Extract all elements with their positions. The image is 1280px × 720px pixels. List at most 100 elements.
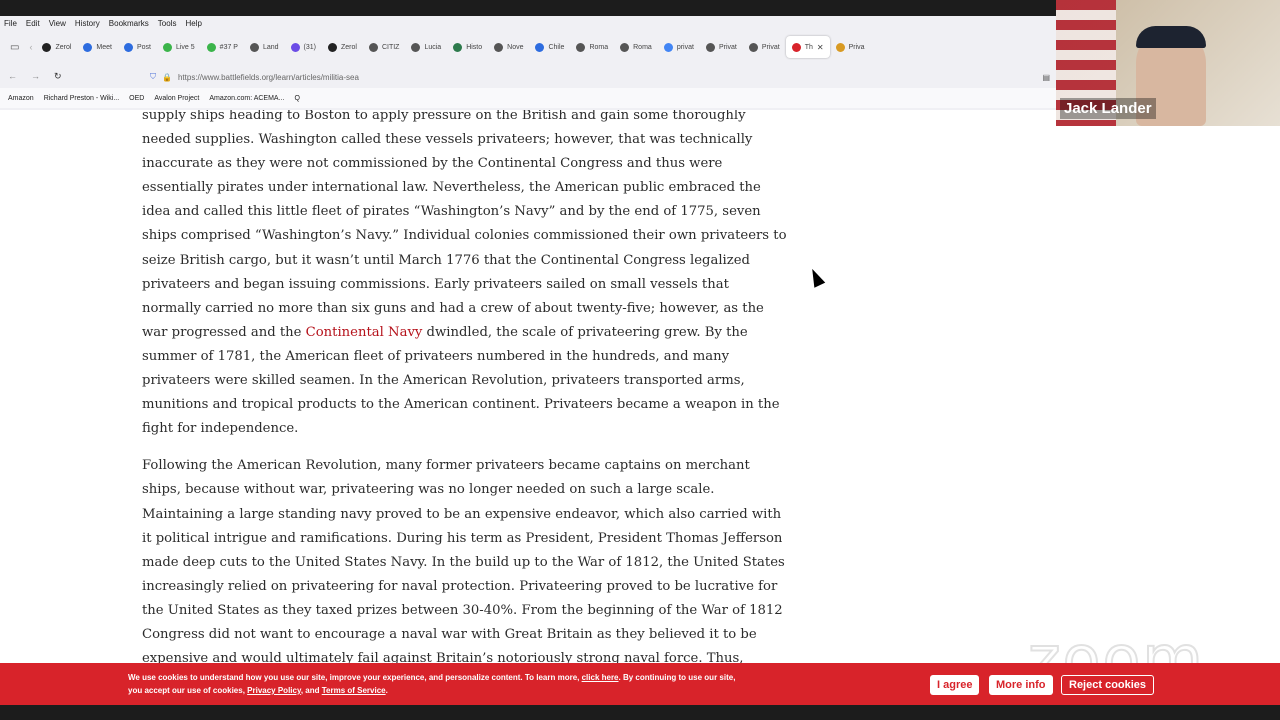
menu-item-edit[interactable]: Edit — [26, 19, 40, 28]
forward-icon[interactable]: → — [31, 71, 40, 81]
bookmark-item[interactable]: OED — [129, 95, 144, 102]
tab-label: Th — [804, 43, 813, 51]
tab-favicon-icon — [791, 42, 801, 52]
tab-favicon-icon — [835, 42, 845, 52]
terms-of-service-link[interactable]: Terms of Service — [322, 686, 386, 695]
zoom-video-tile: Jack Lander — [1056, 0, 1280, 126]
browser-tab[interactable]: Zerol — [322, 36, 363, 58]
tab-overview-icon[interactable]: ▭ — [4, 42, 25, 53]
browser-tab[interactable]: Privat — [743, 36, 786, 58]
bottom-dark-bar — [0, 705, 1280, 720]
tab-favicon-icon — [249, 42, 259, 52]
tab-label: Live 5 — [175, 43, 195, 51]
browser-tab[interactable]: Land — [244, 36, 285, 58]
cookie-banner: We use cookies to understand how you use… — [0, 663, 1280, 705]
tab-label: Chile — [548, 43, 565, 51]
tab-favicon-icon — [206, 42, 216, 52]
tab-favicon-icon — [494, 42, 504, 52]
click-here-link[interactable]: click here — [582, 673, 619, 682]
bookmark-item[interactable]: Richard Preston - Wiki... — [44, 95, 119, 102]
article-paragraph: supply ships heading to Boston to apply … — [142, 110, 790, 441]
tab-label: Zerol — [55, 43, 72, 51]
tab-label: Priva — [848, 43, 865, 51]
reader-view-icon[interactable]: ▤ — [1042, 73, 1050, 82]
browser-tab[interactable]: Nove — [488, 36, 529, 58]
browser-tab[interactable]: (31) — [285, 36, 322, 58]
browser-tab[interactable]: Histo — [447, 36, 488, 58]
participant-cap — [1136, 26, 1206, 48]
menu-item-file[interactable]: File — [4, 19, 17, 28]
browser-tab[interactable]: Meet — [77, 36, 118, 58]
cookie-text: We use cookies to understand how you use… — [128, 673, 582, 682]
url-bar[interactable]: ⛉ 🔒 https://www.battlefields.org/learn/a… — [150, 68, 1050, 86]
url-text[interactable]: https://www.battlefields.org/learn/artic… — [178, 73, 359, 82]
agree-button[interactable]: I agree — [930, 675, 980, 695]
tab-favicon-icon — [663, 42, 673, 52]
menu-item-tools[interactable]: Tools — [158, 19, 177, 28]
tab-favicon-icon — [411, 42, 421, 52]
browser-tab[interactable]: Post — [118, 36, 157, 58]
menu-item-help[interactable]: Help — [185, 19, 201, 28]
tab-favicon-icon — [748, 42, 758, 52]
more-info-button[interactable]: More info — [989, 675, 1053, 695]
page-content: supply ships heading to Boston to apply … — [0, 110, 1280, 663]
tab-label: Zerol — [341, 43, 357, 51]
menu-item-history[interactable]: History — [75, 19, 100, 28]
bookmark-item[interactable]: Amazon — [8, 95, 34, 102]
tab-label: (31) — [303, 43, 316, 51]
bookmark-item[interactable]: Q — [294, 95, 299, 102]
tab-favicon-icon — [328, 42, 337, 52]
participant-name: Jack Lander — [1060, 98, 1156, 119]
tab-favicon-icon — [620, 42, 630, 52]
tab-close-icon[interactable]: ✕ — [817, 43, 824, 52]
browser-tab[interactable]: Zerol — [36, 36, 77, 58]
cookie-text: you accept our use of cookies, — [128, 686, 248, 695]
tab-favicon-icon — [42, 42, 52, 52]
browser-tab[interactable]: Priva — [830, 36, 871, 58]
tab-favicon-icon — [123, 42, 133, 52]
reload-icon[interactable]: ↻ — [54, 71, 62, 82]
tab-favicon-icon — [453, 42, 463, 52]
privacy-policy-link[interactable]: Privacy Policy — [247, 686, 301, 695]
browser-tab[interactable]: Privat — [700, 36, 743, 58]
menu-item-bookmarks[interactable]: Bookmarks — [109, 19, 149, 28]
paragraph-text: supply ships heading to Boston to apply … — [142, 110, 787, 340]
tab-favicon-icon — [83, 42, 93, 52]
tab-label: #37 P — [219, 43, 238, 51]
tab-label: Histo — [466, 43, 483, 51]
bookmark-item[interactable]: Amazon.com: ACEMA... — [209, 95, 284, 102]
bookmark-item[interactable]: Avalon Project — [154, 95, 199, 102]
article-body: supply ships heading to Boston to apply … — [142, 110, 790, 663]
browser-chrome: File Edit View History Bookmarks Tools Help ▭ … — [0, 16, 1056, 110]
tab-favicon-icon — [705, 42, 715, 52]
cookie-text: , and — [300, 686, 322, 695]
browser-tab[interactable]: CITIZ — [363, 36, 406, 58]
tab-label: Roma — [589, 43, 609, 51]
browser-tab[interactable]: Roma — [614, 36, 658, 58]
browser-tab[interactable]: Live 5 — [157, 36, 201, 58]
tab-label: privat — [676, 43, 694, 51]
back-icon[interactable]: ← — [8, 71, 17, 81]
tab-label: Privat — [761, 43, 780, 51]
browser-tab[interactable]: #37 P — [201, 36, 244, 58]
tab-favicon-icon — [162, 42, 172, 52]
tab-label: Post — [136, 43, 151, 51]
tab-favicon-icon — [576, 42, 586, 52]
tab-strip: ▭ ‹ Zerol Meet Post Live 5 #37 P Land (31) Zero… — [0, 30, 1056, 64]
browser-tab[interactable]: privat — [658, 36, 700, 58]
reject-cookies-button[interactable]: Reject cookies — [1061, 675, 1155, 695]
continental-navy-link[interactable]: Continental Navy — [306, 325, 423, 340]
tab-label: Roma — [633, 43, 652, 51]
browser-tab[interactable]: Chile — [529, 36, 570, 58]
tab-label: Lucia — [424, 43, 442, 51]
browser-tab[interactable]: Lucia — [405, 36, 447, 58]
article-paragraph: Following the American Revolution, many … — [142, 458, 785, 663]
tab-label: CITIZ — [381, 43, 400, 51]
paragraph-text: dwindled, the scale of privateering grew… — [142, 324, 780, 437]
browser-tab[interactable]: Roma — [570, 36, 614, 58]
menu-item-view[interactable]: View — [49, 19, 66, 28]
tab-scroll-left-icon[interactable]: ‹ — [25, 42, 36, 52]
browser-tab[interactable]: Th ✕ — [785, 36, 830, 58]
tab-label: Privat — [718, 43, 737, 51]
tracking-shield-icon[interactable]: ⛉ — [150, 72, 156, 82]
